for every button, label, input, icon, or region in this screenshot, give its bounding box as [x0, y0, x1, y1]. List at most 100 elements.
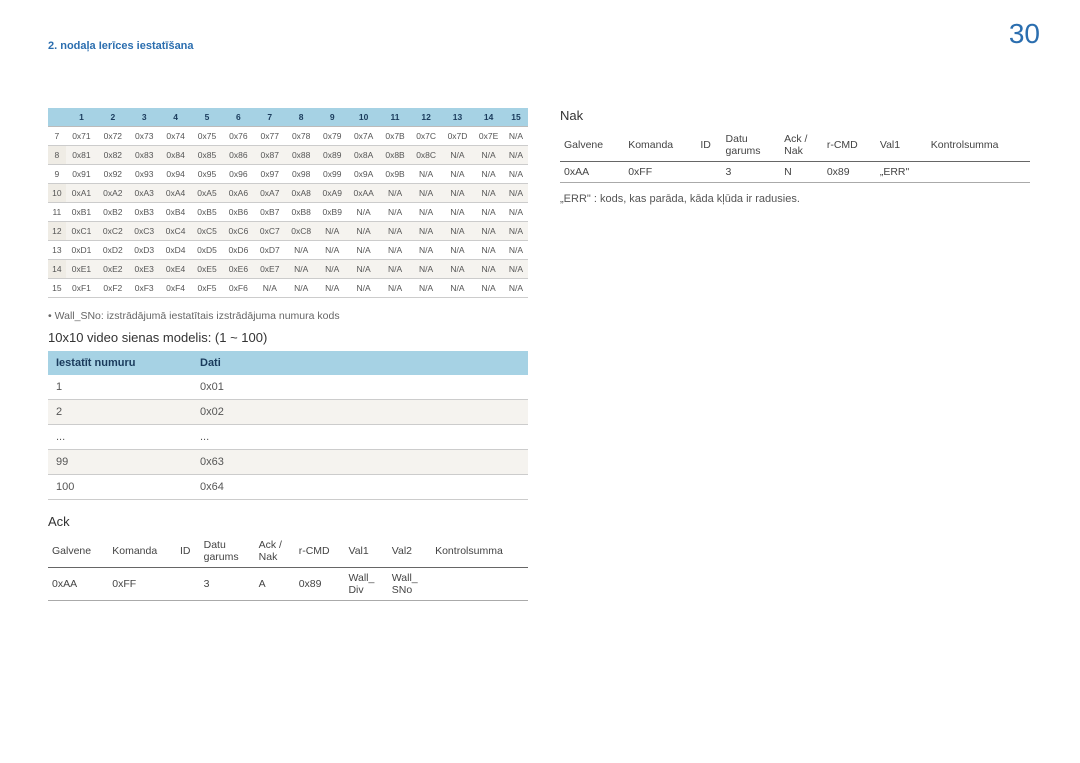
hex-cell: N/A	[348, 279, 380, 298]
hex-cell: 0xC3	[129, 222, 160, 241]
hex-cell: N/A	[380, 241, 411, 260]
hex-cell: 7	[48, 127, 66, 146]
hex-cell: 0x8C	[410, 146, 441, 165]
hex-cell: 0x8A	[348, 146, 380, 165]
ack-cell: 0xFF	[108, 568, 176, 601]
hex-cell: 0xC5	[191, 222, 222, 241]
hex-cell: 0xD3	[129, 241, 160, 260]
nak-th-7: Kontrolsumma	[927, 129, 1030, 162]
hex-cell: 0x7A	[348, 127, 380, 146]
hex-cell: N/A	[348, 241, 380, 260]
hex-cell: N/A	[410, 279, 441, 298]
table-row: ......	[48, 425, 528, 450]
hex-cell: 0x95	[191, 165, 222, 184]
hex-col-8: 8	[285, 108, 316, 127]
hex-cell: N/A	[504, 222, 528, 241]
hex-col-4: 4	[160, 108, 191, 127]
table-row: 90x910x920x930x940x950x960x970x980x990x9…	[48, 165, 528, 184]
hex-cell: N/A	[410, 165, 441, 184]
hex-col-7: 7	[254, 108, 285, 127]
page-number: 30	[1009, 18, 1040, 50]
hex-cell: N/A	[285, 241, 316, 260]
hex-cell: 0x81	[66, 146, 97, 165]
hex-cell: 0xF6	[223, 279, 254, 298]
table-row: 150xF10xF20xF30xF40xF50xF6N/AN/AN/AN/AN/…	[48, 279, 528, 298]
chapter-title: 2. nodaļa Ierīces iestatīšana	[48, 40, 194, 52]
hex-cell: 0x84	[160, 146, 191, 165]
hex-cell: N/A	[348, 260, 380, 279]
table-row: 110xB10xB20xB30xB40xB50xB60xB70xB80xB9N/…	[48, 203, 528, 222]
hex-col-13: 13	[442, 108, 473, 127]
hex-cell: 0xD1	[66, 241, 97, 260]
nak-th-6: Val1	[876, 129, 927, 162]
nak-th-0: Galvene	[560, 129, 624, 162]
ack-th-8: Kontrolsumma	[431, 535, 528, 568]
hex-cell: 0xA1	[66, 184, 97, 203]
err-note: „ERR" : kods, kas parāda, kāda kļūda ir …	[560, 193, 1030, 205]
hex-cell: 0xE1	[66, 260, 97, 279]
hex-cell: 0x71	[66, 127, 97, 146]
ack-th-4: Ack /Nak	[255, 535, 295, 568]
hex-cell: 0x75	[191, 127, 222, 146]
hex-cell: N/A	[473, 241, 504, 260]
model-table: Iestatīt numuru Dati 10x0120x02......990…	[48, 351, 528, 500]
hex-cell: 0xD5	[191, 241, 222, 260]
ack-th-0: Galvene	[48, 535, 108, 568]
hex-cell: 0xE4	[160, 260, 191, 279]
hex-cell: 0xA7	[254, 184, 285, 203]
right-column: Nak GalveneKomandaIDDatugarumsAck /Nakr-…	[560, 108, 1030, 205]
hex-cell: 0xA8	[285, 184, 316, 203]
model-cell: 0x01	[192, 375, 528, 400]
hex-cell: N/A	[410, 222, 441, 241]
hex-cell: 0xA5	[191, 184, 222, 203]
nak-cell: 0xFF	[624, 162, 696, 183]
hex-cell: 0x8B	[380, 146, 411, 165]
hex-cell: 0xD4	[160, 241, 191, 260]
nak-cell: 3	[722, 162, 781, 183]
hex-cell: 0xA6	[223, 184, 254, 203]
hex-cell: 0x89	[317, 146, 348, 165]
hex-cell: 0xE2	[97, 260, 128, 279]
hex-cell: 0x76	[223, 127, 254, 146]
hex-cell: 0x94	[160, 165, 191, 184]
hex-cell: 0x79	[317, 127, 348, 146]
hex-cell: N/A	[442, 260, 473, 279]
model-cell: 0x64	[192, 475, 528, 500]
hex-cell: 0xB1	[66, 203, 97, 222]
hex-cell: 0xB5	[191, 203, 222, 222]
nak-th-2: ID	[696, 129, 721, 162]
left-column: 123456789101112131415 70x710x720x730x740…	[48, 108, 528, 601]
table-row: 20x02	[48, 400, 528, 425]
hex-cell: 0x9A	[348, 165, 380, 184]
hex-cell: 9	[48, 165, 66, 184]
model-cell: 99	[48, 450, 192, 475]
hex-cell: 0xF1	[66, 279, 97, 298]
hex-cell: 11	[48, 203, 66, 222]
hex-cell: 13	[48, 241, 66, 260]
table-row: 140xE10xE20xE30xE40xE50xE60xE7N/AN/AN/AN…	[48, 260, 528, 279]
wall-sno-note: Wall_SNo: izstrādājumā iestatītais izstr…	[48, 310, 528, 322]
ack-th-3: Datugarums	[200, 535, 255, 568]
hex-cell: 0xB9	[317, 203, 348, 222]
hex-cell: 0xD6	[223, 241, 254, 260]
hex-cell: 0x86	[223, 146, 254, 165]
model-th-number: Iestatīt numuru	[48, 351, 192, 375]
hex-cell: 0xE6	[223, 260, 254, 279]
table-row: 100xA10xA20xA30xA40xA50xA60xA70xA80xA90x…	[48, 184, 528, 203]
hex-cell: N/A	[285, 260, 316, 279]
ack-cell: 0x89	[295, 568, 345, 601]
hex-cell: N/A	[410, 184, 441, 203]
model-cell: 1	[48, 375, 192, 400]
ack-th-2: ID	[176, 535, 200, 568]
table-row: 10x01	[48, 375, 528, 400]
hex-cell: 10	[48, 184, 66, 203]
hex-cell: N/A	[504, 146, 528, 165]
model-cell: 0x02	[192, 400, 528, 425]
hex-cell: 0x87	[254, 146, 285, 165]
hex-cell: 0x77	[254, 127, 285, 146]
hex-cell: N/A	[473, 279, 504, 298]
nak-heading: Nak	[560, 108, 1030, 123]
hex-cell: N/A	[504, 260, 528, 279]
hex-cell: N/A	[442, 241, 473, 260]
hex-col-5: 5	[191, 108, 222, 127]
